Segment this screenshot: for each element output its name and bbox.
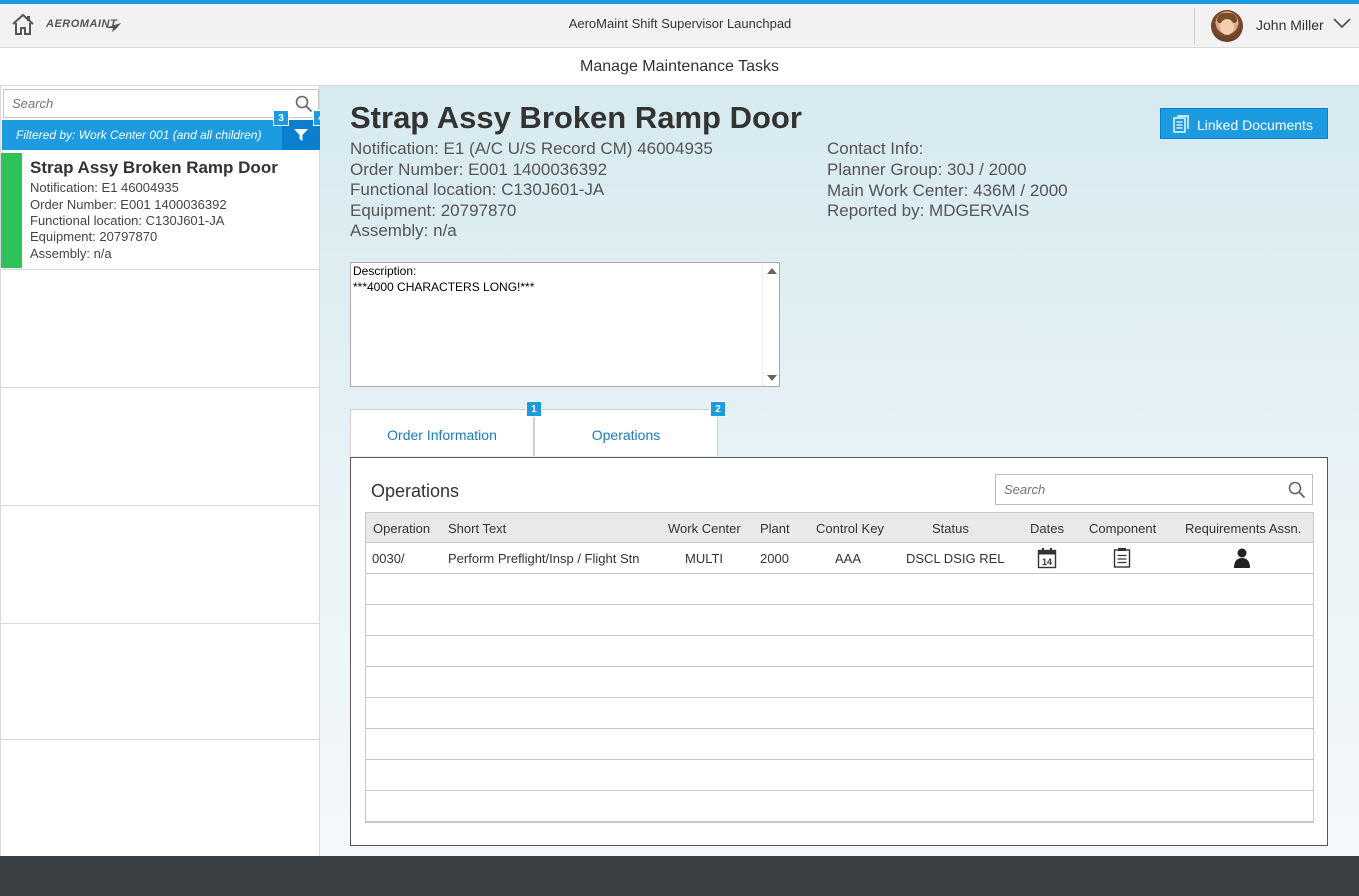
tab-label: Operations (591, 427, 661, 443)
empty-list-item (1, 506, 320, 624)
filter-icon (294, 129, 308, 141)
table-row[interactable]: 0030/ Perform Preflight/Insp / Flight St… (366, 543, 1313, 574)
badge-2: 2 (710, 401, 726, 417)
operations-title: Operations (371, 481, 460, 501)
operations-search-input[interactable] (996, 475, 1281, 504)
detail-assembly: Assembly: n/a (350, 221, 457, 240)
detail-pane: Strap Assy Broken Ramp Door Notification… (320, 86, 1359, 856)
footer-bar (0, 856, 1359, 896)
page-title: Manage Maintenance Tasks (580, 58, 779, 75)
list-item-notification: Notification: E1 46004935 (30, 180, 179, 195)
detail-contact: Contact Info: (827, 139, 924, 158)
column-header-status[interactable]: Status (932, 521, 969, 536)
table-row-empty (366, 760, 1313, 791)
operations-search-field[interactable] (995, 474, 1313, 505)
column-header-operation[interactable]: Operation (373, 521, 430, 536)
list-item-order: Order Number: E001 1400036392 (30, 197, 227, 212)
tab-label: Order Information (387, 427, 497, 443)
calendar-icon[interactable]: 14 (1037, 547, 1057, 569)
table-row-empty (366, 574, 1313, 605)
detail-equipment: Equipment: 20797870 (350, 201, 517, 220)
column-header-short-text[interactable]: Short Text (448, 521, 506, 536)
document-icon (1173, 115, 1189, 133)
calendar-day: 14 (1042, 557, 1052, 567)
search-icon[interactable] (295, 95, 313, 113)
cell-operation: 0030/ (372, 551, 405, 566)
shell-header: AEROMAINT AeroMaint Shift Supervisor Lau… (0, 4, 1359, 48)
operations-table: Operation Short Text Work Center Plant C… (365, 512, 1314, 823)
list-item[interactable]: Strap Assy Broken Ramp Door Notification… (1, 152, 320, 270)
badge-3: 3 (273, 110, 289, 126)
table-row-empty (366, 791, 1313, 822)
linked-documents-label: Linked Documents (1197, 117, 1313, 133)
scroll-down-icon[interactable] (767, 375, 777, 381)
empty-list-item (1, 622, 320, 740)
table-row-empty (366, 698, 1313, 729)
master-list: Filtered by: Work Center 001 (and all ch… (0, 86, 329, 856)
empty-list-item (1, 270, 320, 388)
cell-plant: 2000 (760, 551, 789, 566)
master-search-field[interactable] (3, 89, 319, 118)
home-button[interactable] (10, 12, 36, 38)
person-icon[interactable] (1233, 547, 1251, 569)
table-row-empty (366, 667, 1313, 698)
page-header: Manage Maintenance Tasks (0, 48, 1359, 86)
badge-1: 1 (526, 401, 542, 417)
description-value: ***4000 CHARACTERS LONG!*** (353, 280, 535, 294)
search-icon[interactable] (1288, 481, 1306, 499)
cell-short-text: Perform Preflight/Insp / Flight Stn (448, 551, 640, 566)
cell-work-center: MULTI (685, 551, 724, 566)
master-search-input[interactable] (4, 90, 289, 117)
detail-work-center: Main Work Center: 436M / 2000 (827, 181, 1068, 200)
linked-documents-button[interactable]: Linked Documents (1160, 108, 1328, 139)
chevron-down-icon (1333, 18, 1351, 29)
filter-text: Filtered by: Work Center 001 (and all ch… (16, 128, 262, 142)
empty-list-item (1, 388, 320, 506)
table-row-empty (366, 605, 1313, 636)
detail-reported-by: Reported by: MDGERVAIS (827, 201, 1030, 220)
table-row-empty (366, 729, 1313, 760)
detail-notification: Notification: E1 (A/C U/S Record CM) 460… (350, 139, 713, 158)
user-name[interactable]: John Miller (1256, 17, 1324, 33)
detail-title: Strap Assy Broken Ramp Door (350, 100, 802, 135)
tab-operations[interactable]: Operations (534, 409, 718, 456)
list-item-assembly: Assembly: n/a (30, 246, 112, 261)
description-textarea[interactable]: Description: ***4000 CHARACTERS LONG!*** (350, 262, 780, 387)
column-header-component[interactable]: Component (1089, 521, 1156, 536)
detail-order: Order Number: E001 1400036392 (350, 160, 608, 179)
tab-order-information[interactable]: Order Information (350, 409, 534, 456)
column-header-work-center[interactable]: Work Center (668, 521, 741, 536)
plane-icon (105, 23, 121, 32)
cell-control-key: AAA (835, 551, 862, 566)
column-header-dates[interactable]: Dates (1030, 521, 1064, 536)
user-menu-button[interactable] (1332, 15, 1352, 31)
scroll-up-icon[interactable] (767, 268, 777, 274)
description-label: Description: (353, 264, 417, 278)
description-scrollbar[interactable] (762, 263, 779, 386)
detail-planner: Planner Group: 30J / 2000 (827, 160, 1027, 179)
detail-location: Functional location: C130J601-JA (350, 180, 605, 199)
avatar-face (1220, 19, 1234, 35)
table-header: Operation Short Text Work Center Plant C… (366, 513, 1313, 543)
operations-panel: Operations Operation Short Text Work Cen… (350, 457, 1328, 846)
list-item-title: Strap Assy Broken Ramp Door (30, 158, 278, 177)
avatar[interactable] (1211, 10, 1243, 42)
status-stripe (1, 153, 22, 268)
list-item-equipment: Equipment: 20797870 (30, 229, 158, 244)
column-header-requirements[interactable]: Requirements Assn. (1185, 521, 1301, 536)
home-icon (12, 13, 34, 35)
column-header-plant[interactable]: Plant (760, 521, 790, 536)
shell-title: AeroMaint Shift Supervisor Launchpad (568, 16, 792, 31)
list-icon[interactable] (1113, 547, 1131, 569)
cell-status: DSCL DSIG REL (906, 551, 1005, 566)
list-item-location: Functional location: C130J601-JA (30, 213, 225, 228)
company-logo: AEROMAINT (46, 14, 126, 40)
column-header-control-key[interactable]: Control Key (816, 521, 884, 536)
table-row-empty (366, 636, 1313, 667)
shell-divider (1194, 8, 1195, 44)
